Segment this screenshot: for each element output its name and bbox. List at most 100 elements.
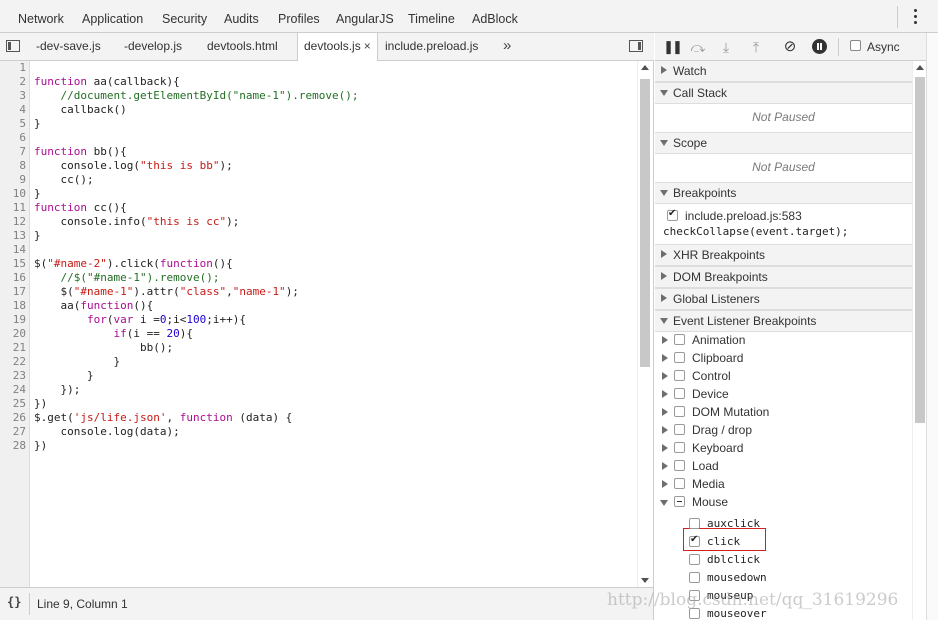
line-number[interactable]: 24 <box>0 383 26 397</box>
category-checkbox[interactable] <box>674 334 685 345</box>
code-line[interactable]: console.log(data); <box>34 425 179 439</box>
code-line[interactable]: }) <box>34 397 47 411</box>
line-number[interactable]: 12 <box>0 215 26 229</box>
toggle-navigator-icon[interactable] <box>6 40 20 52</box>
event-label[interactable]: auxclick <box>707 517 760 530</box>
event-category-label[interactable]: Mouse <box>692 495 728 509</box>
line-number[interactable]: 20 <box>0 327 26 341</box>
tab-timeline[interactable]: Timeline <box>408 0 455 33</box>
category-checkbox[interactable] <box>674 388 685 399</box>
event-category-label[interactable]: Clipboard <box>692 351 743 365</box>
scroll-up-icon[interactable] <box>916 65 924 70</box>
tab-network[interactable]: Network <box>18 0 64 33</box>
code-line[interactable]: } <box>34 117 41 131</box>
code-line[interactable]: callback() <box>34 103 126 117</box>
collapsed-triangle-icon[interactable] <box>662 354 668 362</box>
line-number[interactable]: 4 <box>0 103 26 117</box>
step-out-icon[interactable]: ⤒ <box>747 33 765 61</box>
section-watch[interactable]: Watch <box>655 61 912 82</box>
code-editor[interactable]: 1 2 3 4 5 6 7 8 9 10 11 12 13 14 15 16 17 18 19 20 21 22 23 24 2… <box>0 61 654 587</box>
sidebar-scroll-thumb[interactable] <box>915 77 925 423</box>
more-menu-icon[interactable] <box>914 9 918 25</box>
event-checkbox[interactable] <box>689 572 700 583</box>
more-tabs-icon[interactable]: » <box>503 37 511 54</box>
line-number[interactable]: 22 <box>0 355 26 369</box>
line-number[interactable]: 8 <box>0 159 26 173</box>
tab-profiles[interactable]: Profiles <box>278 0 320 33</box>
tab-security[interactable]: Security <box>162 0 207 33</box>
section-dom-breakpoints[interactable]: DOM Breakpoints <box>655 266 912 288</box>
collapsed-triangle-icon[interactable] <box>662 408 668 416</box>
collapsed-triangle-icon[interactable] <box>662 444 668 452</box>
collapsed-triangle-icon[interactable] <box>662 336 668 344</box>
line-number[interactable]: 15 <box>0 257 26 271</box>
code-line[interactable]: if(i == 20){ <box>34 327 193 341</box>
pause-icon[interactable]: ❚❚ <box>663 33 683 61</box>
event-category-label[interactable]: Load <box>692 459 719 473</box>
event-category-label[interactable]: Control <box>692 369 731 383</box>
code-line[interactable]: $.get('js/life.json', function (data) { <box>34 411 292 425</box>
section-call-stack[interactable]: Call Stack <box>655 82 912 104</box>
event-category-label[interactable]: Animation <box>692 333 745 347</box>
event-category-label[interactable]: Drag / drop <box>692 423 752 437</box>
line-number[interactable]: 7 <box>0 145 26 159</box>
line-number[interactable]: 28 <box>0 439 26 453</box>
category-checkbox[interactable] <box>674 424 685 435</box>
code-line[interactable]: cc(); <box>34 173 93 187</box>
code-line[interactable]: console.log("this is bb"); <box>34 159 232 173</box>
step-over-icon[interactable]: ⤼ <box>689 33 707 61</box>
tab-application[interactable]: Application <box>82 0 143 33</box>
section-xhr-breakpoints[interactable]: XHR Breakpoints <box>655 244 912 266</box>
event-checkbox[interactable] <box>689 518 700 529</box>
line-number[interactable]: 5 <box>0 117 26 131</box>
category-checkbox[interactable] <box>674 478 685 489</box>
code-line[interactable]: for(var i =0;i<100;i++){ <box>34 313 246 327</box>
tab-audits[interactable]: Audits <box>224 0 259 33</box>
line-number[interactable]: 6 <box>0 131 26 145</box>
line-number[interactable]: 11 <box>0 201 26 215</box>
step-into-icon[interactable]: ⤓ <box>717 33 735 61</box>
toggle-debugger-sidebar-icon[interactable] <box>629 40 643 52</box>
code-line[interactable]: }) <box>34 439 47 453</box>
code-line[interactable]: } <box>34 355 120 369</box>
event-label[interactable]: dblclick <box>707 553 760 566</box>
expanded-triangle-icon[interactable] <box>660 500 668 506</box>
line-number[interactable]: 26 <box>0 411 26 425</box>
pause-on-exceptions-icon[interactable] <box>812 39 827 54</box>
collapsed-triangle-icon[interactable] <box>662 426 668 434</box>
code-line[interactable]: }); <box>34 383 80 397</box>
editor-scroll-thumb[interactable] <box>640 79 650 367</box>
file-tab-devtools-html[interactable]: devtools.html <box>201 33 284 60</box>
section-breakpoints[interactable]: Breakpoints <box>655 182 912 204</box>
line-number[interactable]: 17 <box>0 285 26 299</box>
line-number[interactable]: 1 <box>0 61 26 75</box>
event-category-label[interactable]: Media <box>692 477 725 491</box>
line-number[interactable]: 27 <box>0 425 26 439</box>
line-number[interactable]: 19 <box>0 313 26 327</box>
line-number[interactable]: 3 <box>0 89 26 103</box>
line-number[interactable]: 16 <box>0 271 26 285</box>
collapsed-triangle-icon[interactable] <box>662 390 668 398</box>
code-line[interactable]: } <box>34 229 41 243</box>
line-number[interactable]: 13 <box>0 229 26 243</box>
category-checkbox[interactable] <box>674 406 685 417</box>
line-number[interactable]: 23 <box>0 369 26 383</box>
collapsed-triangle-icon[interactable] <box>662 462 668 470</box>
line-number[interactable]: 21 <box>0 341 26 355</box>
event-category-label[interactable]: DOM Mutation <box>692 405 769 419</box>
code-line[interactable]: $("#name-2").click(function(){ <box>34 257 233 271</box>
sidebar-scrollbar[interactable] <box>912 61 926 620</box>
event-category-label[interactable]: Device <box>692 387 729 401</box>
event-checkbox[interactable] <box>689 554 700 565</box>
code-line[interactable]: $("#name-1").attr("class","name-1"); <box>34 285 298 299</box>
scroll-up-icon[interactable] <box>641 65 649 70</box>
event-label[interactable]: mousedown <box>707 571 767 584</box>
category-checkbox[interactable] <box>674 352 685 363</box>
code-line[interactable]: } <box>34 187 41 201</box>
code-line[interactable]: bb(); <box>34 341 173 355</box>
breakpoint-location[interactable]: include.preload.js:583 <box>685 209 802 223</box>
line-number-gutter[interactable]: 1 2 3 4 5 6 7 8 9 10 11 12 13 14 15 16 17 18 19 20 21 22 23 24 2… <box>0 61 30 587</box>
section-global-listeners[interactable]: Global Listeners <box>655 288 912 310</box>
file-tab-devtools-js[interactable]: devtools.js × <box>297 33 378 61</box>
event-category-label[interactable]: Keyboard <box>692 441 743 455</box>
